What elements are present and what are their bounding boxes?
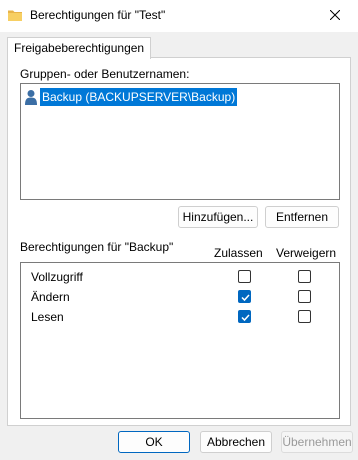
folder-icon [8, 9, 22, 21]
permission-name: Lesen [31, 310, 64, 324]
close-button[interactable] [312, 0, 358, 32]
list-item[interactable]: Backup (BACKUPSERVER\Backup) [24, 87, 238, 107]
ok-button[interactable]: OK [118, 431, 190, 453]
permissions-label: Berechtigungen für "Backup" [20, 240, 174, 254]
allow-checkbox-full-control[interactable] [238, 270, 251, 283]
deny-column-header: Verweigern [276, 246, 337, 260]
remove-button[interactable]: Entfernen [265, 206, 339, 228]
user-icon [24, 89, 38, 105]
deny-checkbox-read[interactable] [298, 310, 311, 323]
checkmark-icon [241, 294, 250, 302]
window-title: Berechtigungen für "Test" [30, 8, 166, 22]
deny-checkbox-change[interactable] [298, 290, 311, 303]
allow-checkbox-read[interactable] [238, 310, 251, 323]
cancel-button[interactable]: Abbrechen [200, 431, 272, 453]
tab-strip: Freigabeberechtigungen [0, 32, 358, 59]
apply-button[interactable]: Übernehmen [281, 431, 353, 453]
allow-checkbox-change[interactable] [238, 290, 251, 303]
tab-share-permissions[interactable]: Freigabeberechtigungen [7, 37, 152, 59]
allow-column-header: Zulassen [214, 246, 263, 260]
checkmark-icon [241, 314, 250, 322]
groups-label: Gruppen- oder Benutzernamen: [20, 67, 190, 81]
permission-row: Ändern [21, 286, 339, 308]
permission-name: Vollzugriff [31, 270, 83, 284]
tab-panel: Gruppen- oder Benutzernamen: Backup (BAC… [7, 57, 351, 426]
permissions-list: Vollzugriff Ändern Lesen [20, 262, 340, 419]
add-button[interactable]: Hinzufügen... [178, 206, 258, 228]
user-list[interactable]: Backup (BACKUPSERVER\Backup) [20, 83, 340, 200]
deny-checkbox-full-control[interactable] [298, 270, 311, 283]
permission-name: Ändern [31, 290, 70, 304]
permissions-dialog: Berechtigungen für "Test" Freigabeberech… [0, 0, 358, 460]
close-icon [329, 9, 341, 23]
title-bar: Berechtigungen für "Test" [0, 0, 358, 32]
user-name: Backup (BACKUPSERVER\Backup) [40, 88, 238, 106]
permission-row: Vollzugriff [21, 266, 339, 288]
permission-row: Lesen [21, 306, 339, 328]
